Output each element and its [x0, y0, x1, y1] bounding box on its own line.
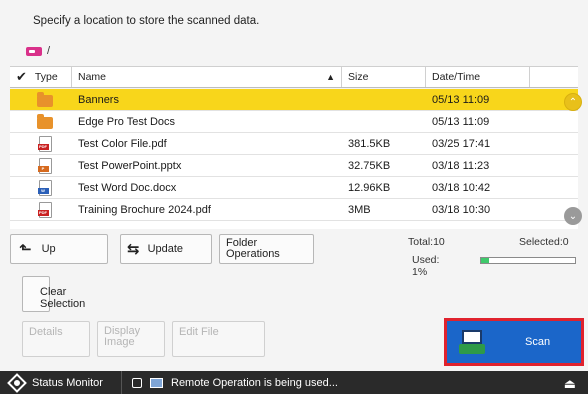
up-label: Up — [41, 243, 56, 255]
size-column-header[interactable]: Size — [342, 67, 426, 87]
remote-operation-status: Remote Operation is being used... — [122, 377, 338, 389]
docx-file-icon: W — [37, 179, 52, 196]
row-date: 03/25 17:41 — [432, 137, 491, 150]
header-spacer — [530, 67, 578, 87]
scan-button[interactable]: Scan — [447, 321, 581, 363]
row-date: 05/13 11:09 — [432, 115, 490, 128]
instruction-text: Specify a location to store the scanned … — [33, 15, 260, 27]
usb-memory-icon — [26, 46, 42, 56]
row-name: Training Brochure 2024.pdf — [78, 203, 211, 216]
row-size: 3MB — [348, 203, 371, 216]
status-monitor-icon — [7, 372, 27, 393]
row-name: Banners — [78, 93, 119, 106]
status-bar: Status Monitor Remote Operation is being… — [0, 371, 588, 394]
up-arrow-icon: ⬑ — [19, 241, 32, 258]
table-row[interactable]: PDF Training Brochure 2024.pdf 3MB 03/18… — [10, 199, 578, 221]
usage-bar-fill — [481, 258, 489, 263]
usage-bar — [480, 257, 576, 264]
row-name: Test PowerPoint.pptx — [78, 159, 182, 172]
scan-destination-screen: Specify a location to store the scanned … — [0, 0, 588, 394]
scan-button-highlight: Scan — [444, 318, 584, 366]
status-monitor-button[interactable]: Status Monitor — [0, 371, 122, 394]
folder-operations-button[interactable]: Folder Operations — [219, 234, 314, 264]
row-name: Test Color File.pdf — [78, 137, 167, 150]
edit-file-button[interactable]: Edit File — [172, 321, 265, 357]
path-text: / — [47, 45, 51, 57]
chevron-down-icon: ⌄ — [568, 210, 578, 222]
table-row[interactable]: P Test PowerPoint.pptx 32.75KB 03/18 11:… — [10, 155, 578, 177]
type-column-header[interactable]: ✔ Type — [10, 67, 72, 87]
used-percent: Used: 1% — [412, 254, 440, 278]
pdf-file-icon: PDF — [37, 201, 52, 218]
row-date: 05/13 11:09 — [432, 93, 490, 106]
name-column-header[interactable]: Name ▲ — [72, 67, 342, 87]
row-size: 381.5KB — [348, 137, 391, 150]
table-row[interactable]: W Test Word Doc.docx 12.96KB 03/18 10:42 — [10, 177, 578, 199]
pdf-file-icon: PDF — [37, 135, 52, 152]
eject-icon[interactable]: ⏏ — [564, 376, 576, 392]
row-name: Test Word Doc.docx — [78, 181, 177, 194]
scroll-up-button[interactable]: ⌃ — [564, 93, 582, 111]
scanner-icon — [459, 330, 485, 354]
selected-count: Selected:0 — [519, 236, 569, 248]
scroll-down-button[interactable]: ⌄ — [564, 207, 582, 225]
folder-operations-label-line2: Operations — [226, 248, 280, 260]
clear-selection-line1: Clear — [40, 286, 67, 298]
file-table-header: ✔ Type Name ▲ Size Date/Time — [10, 66, 578, 88]
table-row[interactable]: PDF Test Color File.pdf 381.5KB 03/25 17… — [10, 133, 578, 155]
sort-ascending-icon: ▲ — [326, 72, 335, 82]
table-row[interactable]: Banners 05/13 11:09 — [10, 89, 578, 111]
chevron-up-icon: ⌃ — [568, 96, 578, 108]
folder-icon — [37, 113, 53, 129]
refresh-arrows-icon: ⇆ — [127, 241, 140, 258]
row-size: 32.75KB — [348, 159, 391, 172]
current-path: / — [26, 44, 50, 58]
file-list: Banners 05/13 11:09 Edge Pro Test Docs 0… — [10, 89, 578, 229]
clear-selection-label: Clear Selection — [40, 286, 85, 310]
remote-screen-icon — [150, 377, 163, 388]
table-row[interactable]: Edge Pro Test Docs 05/13 11:09 — [10, 111, 578, 133]
date-column-header[interactable]: Date/Time — [426, 67, 530, 87]
clear-selection-line2: Selection — [40, 298, 86, 310]
row-size: 12.96KB — [348, 181, 391, 194]
display-image-button[interactable]: Display Image — [97, 321, 165, 357]
details-label: Details — [29, 326, 63, 338]
remote-operation-text: Remote Operation is being used... — [171, 376, 338, 389]
size-header-label: Size — [348, 71, 369, 83]
folder-icon — [37, 91, 53, 107]
update-label: Update — [147, 243, 184, 255]
update-button[interactable]: ⇆ Update — [120, 234, 212, 264]
row-date: 03/18 11:23 — [432, 159, 490, 172]
status-monitor-label: Status Monitor — [32, 376, 103, 389]
date-header-label: Date/Time — [432, 71, 481, 83]
display-image-line2: Image — [104, 336, 135, 348]
row-name: Edge Pro Test Docs — [78, 115, 176, 128]
row-date: 03/18 10:30 — [432, 203, 491, 216]
up-button[interactable]: ⬑ Up — [10, 234, 108, 264]
edit-file-label: Edit File — [179, 326, 219, 338]
details-button[interactable]: Details — [22, 321, 90, 357]
scan-label: Scan — [525, 336, 551, 348]
lock-icon — [132, 377, 142, 388]
name-header-label: Name — [78, 71, 107, 83]
row-date: 03/18 10:42 — [432, 181, 491, 194]
type-header-label: Type — [34, 71, 58, 83]
pptx-file-icon: P — [37, 157, 52, 174]
checkmark-icon: ✔ — [16, 69, 27, 84]
total-count: Total:10 — [408, 236, 445, 248]
